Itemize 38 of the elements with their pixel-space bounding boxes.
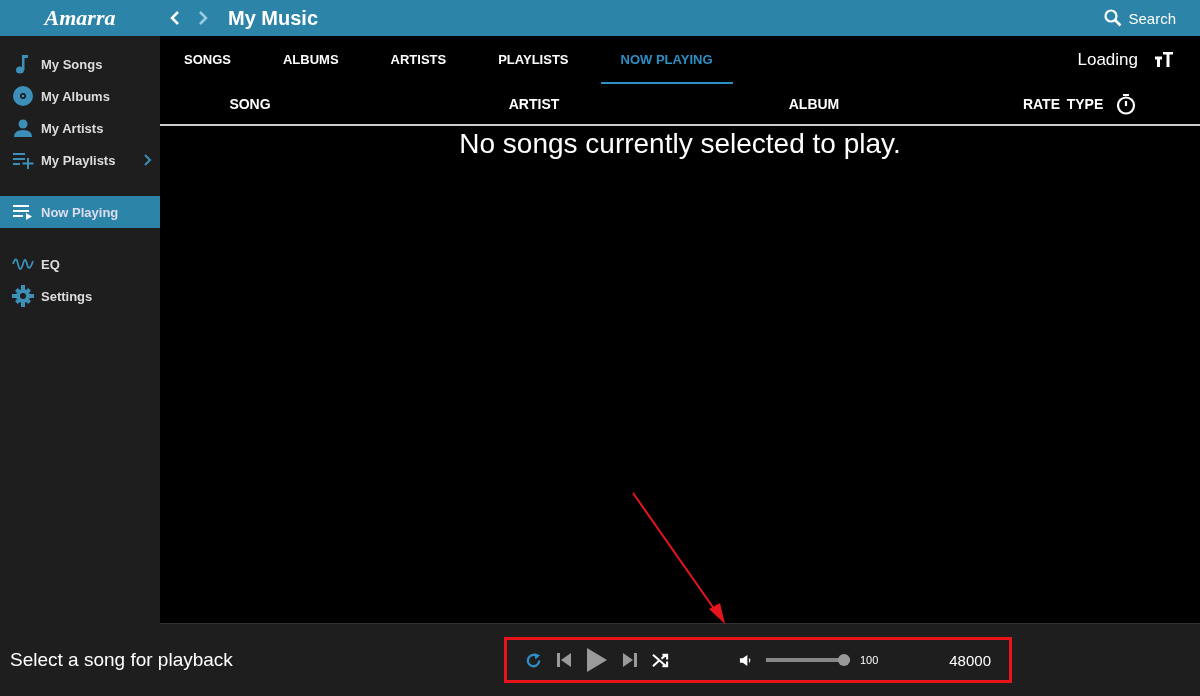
- column-header[interactable]: ALBUM: [788, 96, 840, 112]
- column-header[interactable]: SONG: [229, 96, 271, 112]
- column-header[interactable]: RATE: [1022, 96, 1060, 112]
- app-logo: Amarra: [42, 5, 117, 31]
- previous-icon[interactable]: [556, 652, 572, 668]
- text-size-icon[interactable]: [1154, 52, 1174, 68]
- sidebar-item[interactable]: My Albums: [0, 80, 160, 112]
- disc-icon: [12, 85, 34, 107]
- next-icon[interactable]: [622, 652, 638, 668]
- search-button[interactable]: Search: [1104, 9, 1176, 27]
- column-header[interactable]: ARTIST: [508, 96, 560, 112]
- repeat-icon[interactable]: [525, 651, 542, 669]
- play-icon[interactable]: [586, 647, 608, 673]
- tab[interactable]: ALBUMS: [262, 36, 359, 84]
- speaker-icon[interactable]: [739, 653, 752, 667]
- sidebar-item[interactable]: EQ: [0, 248, 160, 280]
- tab[interactable]: SONGS: [164, 36, 251, 84]
- gear-icon: [12, 285, 34, 307]
- volume-reading: 100: [860, 654, 879, 666]
- tab[interactable]: PLAYLISTS: [478, 36, 589, 84]
- sidebar-item[interactable]: My Playlists: [0, 144, 160, 176]
- volume-thumb[interactable]: [838, 654, 850, 666]
- shuffle-icon[interactable]: [652, 651, 669, 669]
- person-icon: [12, 117, 34, 139]
- page-title: My Music: [228, 6, 319, 30]
- sidebar-item[interactable]: My Songs: [0, 48, 160, 80]
- loading-status: Loading: [1077, 50, 1138, 70]
- sidebar-item[interactable]: Settings: [0, 280, 160, 312]
- empty-message: No songs currently selected to play.: [458, 128, 902, 160]
- sidebar-item[interactable]: My Artists: [0, 112, 160, 144]
- tab[interactable]: NOW PLAYING: [600, 36, 733, 84]
- search-icon: [1104, 9, 1123, 27]
- sample-rate: 48000: [949, 651, 991, 669]
- column-header[interactable]: TYPE: [1066, 96, 1104, 112]
- stopwatch-icon[interactable]: [1116, 93, 1136, 115]
- back-icon[interactable]: [170, 11, 180, 25]
- now-playing-text: Select a song for playback: [10, 649, 234, 671]
- tab[interactable]: ARTISTS: [370, 36, 467, 84]
